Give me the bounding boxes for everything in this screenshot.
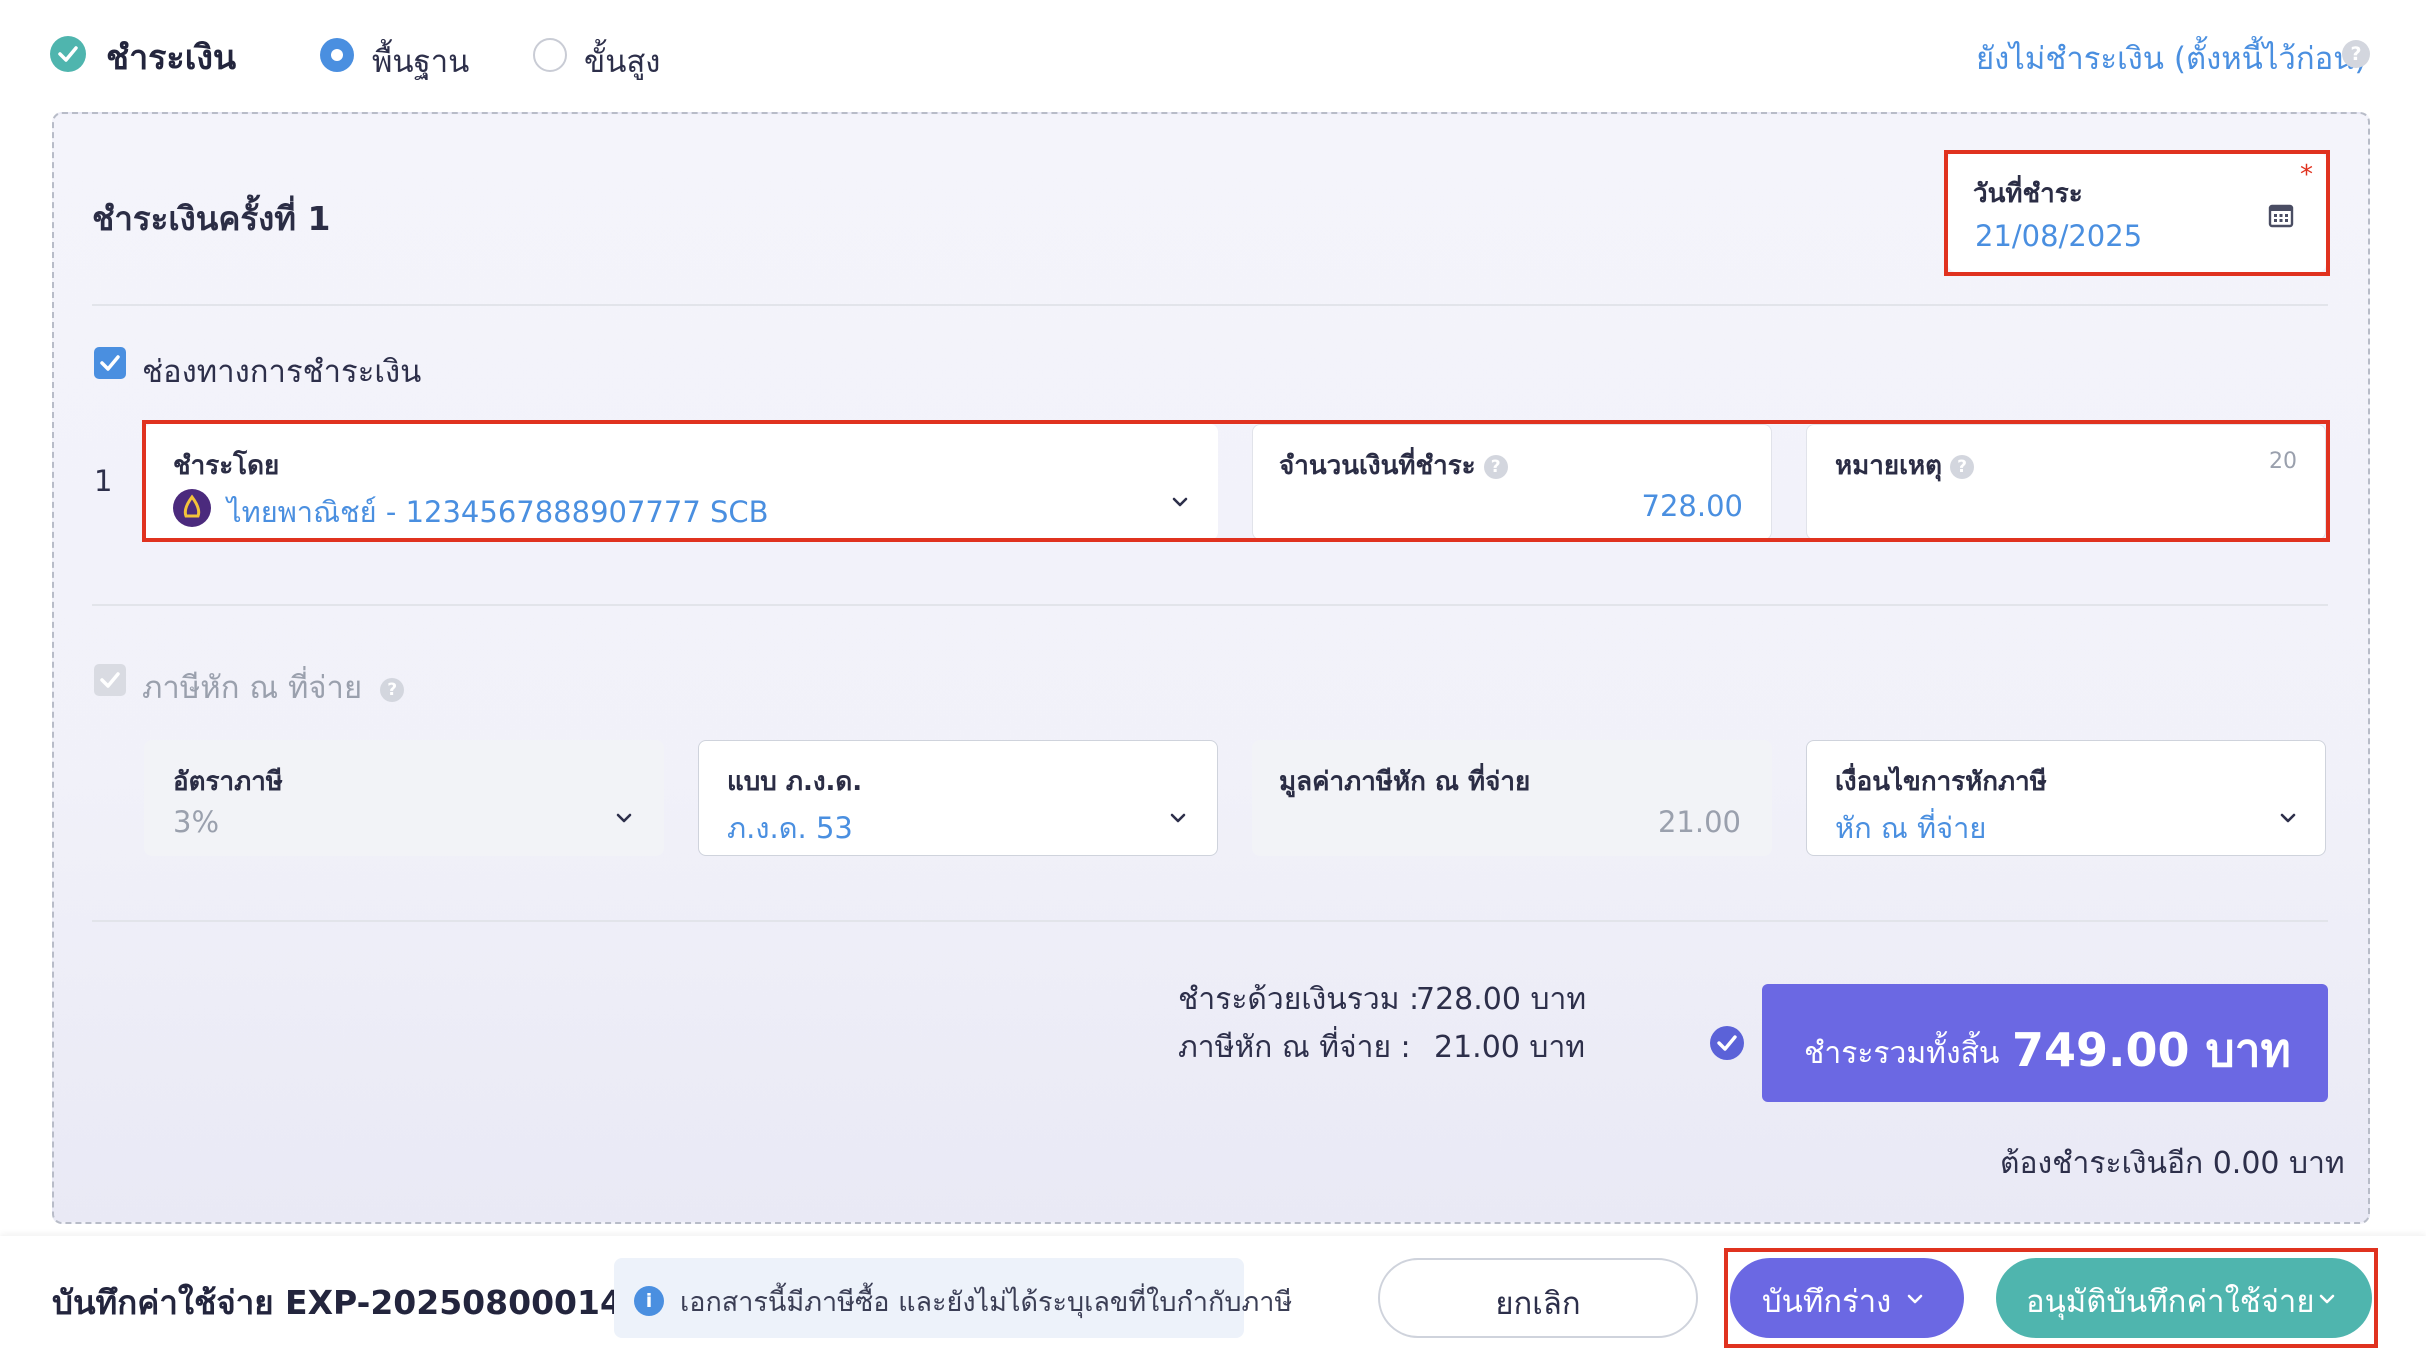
wht-total-value: 21.00 บาท <box>1434 1030 1586 1065</box>
row-number: 1 <box>94 464 113 498</box>
chevron-down-icon <box>616 813 632 823</box>
wht-total-label: ภาษีหัก ณ ที่จ่าย : <box>1178 1030 1411 1065</box>
date-highlight <box>1944 150 2330 276</box>
pnd-form-select[interactable]: แบบ ภ.ง.ด. ภ.ง.ด. 53 <box>698 740 1218 856</box>
payment-round-title: ชำระเงินครั้งที่ 1 <box>92 199 331 238</box>
help-icon[interactable]: ? <box>380 677 405 702</box>
payment-row-highlight <box>142 420 2330 542</box>
mode-basic-label[interactable]: พื้นฐาน <box>372 36 469 86</box>
grand-total-box: ชำระรวมทั้งสิ้น 749.00 บาท <box>1762 984 2328 1102</box>
info-icon: i <box>634 1286 664 1316</box>
cash-total-label: ชำระด้วยเงินรวม : <box>1178 982 1420 1017</box>
chevron-down-icon[interactable] <box>2279 809 2297 827</box>
withholding-tax-label: ภาษีหัก ณ ที่จ่าย? <box>142 662 405 712</box>
pnd-form-value[interactable]: ภ.ง.ด. 53 <box>727 805 853 851</box>
wht-amount-value: 21.00 <box>1657 805 1741 839</box>
tax-rate-label: อัตราภาษี <box>173 767 283 797</box>
tax-info-text: เอกสารนี้มีภาษีซื้อ และยังไม่ได้ระบุเลขท… <box>680 1287 1293 1318</box>
grand-total-label: ชำระรวมทั้งสิ้น <box>1804 1036 2000 1071</box>
tax-info-notice: i เอกสารนี้มีภาษีซื้อ และยังไม่ได้ระบุเล… <box>614 1258 1292 1338</box>
cancel-button[interactable]: ยกเลิก <box>1378 1258 1698 1338</box>
payment-channel-label[interactable]: ช่องทางการชำระเงิน <box>142 346 421 396</box>
payment-channel-checkbox[interactable] <box>94 347 126 379</box>
wht-amount-field: มูลค่าภาษีหัก ณ ที่จ่าย 21.00 <box>1252 740 1772 856</box>
divider <box>92 920 2328 922</box>
tax-rate-value: 3% <box>173 805 220 839</box>
document-title: บันทึกค่าใช้จ่าย EXP-20250800014 <box>52 1283 623 1322</box>
cancel-button-label: ยกเลิก <box>1495 1286 1581 1322</box>
remaining-amount: ต้องชำระเงินอีก 0.00 บาท <box>2000 1146 2345 1181</box>
unpaid-help-icon[interactable]: ? <box>2342 40 2370 68</box>
mode-advanced-label[interactable]: ขั้นสูง <box>584 36 660 86</box>
divider <box>92 304 2328 306</box>
wht-amount-label: มูลค่าภาษีหัก ณ ที่จ่าย <box>1279 767 1531 797</box>
wht-condition-select[interactable]: เงื่อนไขการหักภาษี หัก ณ ที่จ่าย <box>1806 740 2326 856</box>
tax-rate-select: อัตราภาษี 3% <box>144 740 664 856</box>
grand-total-value: 749.00 บาท <box>2012 1023 2291 1077</box>
unpaid-link[interactable]: ยังไม่ชำระเงิน (ตั้งหนี้ไว้ก่อน) <box>1976 33 2367 83</box>
mode-advanced-radio[interactable] <box>533 38 567 72</box>
wht-condition-label: เงื่อนไขการหักภาษี <box>1835 767 2047 797</box>
pnd-form-label: แบบ ภ.ง.ด. <box>727 767 863 797</box>
payment-done-check-icon <box>50 36 86 72</box>
section-title: ชำระเงิน <box>106 38 237 78</box>
total-check-icon <box>1710 1026 1744 1060</box>
wht-condition-value[interactable]: หัก ณ ที่จ่าย <box>1835 805 1986 851</box>
mode-basic-radio[interactable] <box>320 38 354 72</box>
action-buttons-highlight <box>1724 1248 2378 1348</box>
chevron-down-icon[interactable] <box>1169 809 1187 827</box>
cash-total-value: 728.00 บาท <box>1416 982 1587 1017</box>
divider <box>92 604 2328 606</box>
withholding-tax-checkbox <box>94 664 126 696</box>
